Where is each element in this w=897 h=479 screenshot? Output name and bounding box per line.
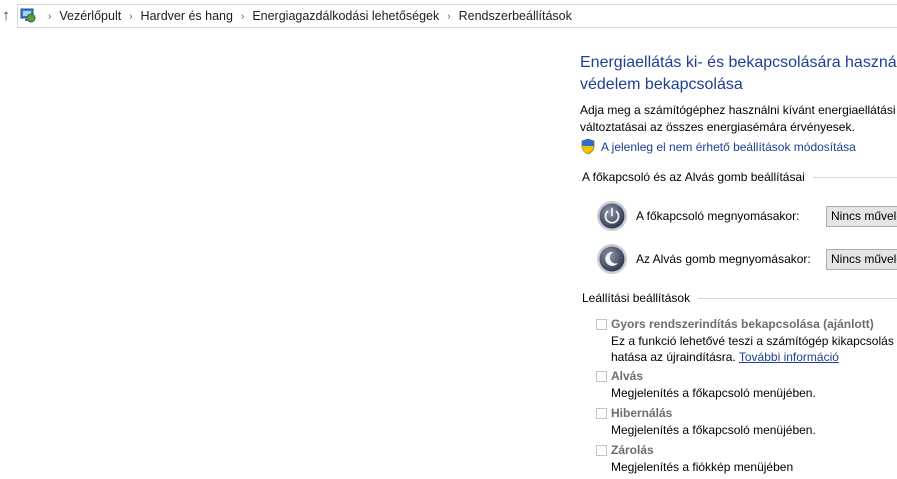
hibernate-title: Hibernálás [611,406,673,420]
sleep-checkbox[interactable] [596,370,607,382]
fast-startup-title: Gyors rendszerindítás bekapcsolása (aján… [611,317,874,331]
change-unavailable-settings-link[interactable]: A jelenleg el nem érhető beállítások mód… [580,138,856,155]
chevron-right-icon[interactable]: › [48,11,51,22]
sleep-button-row: Az Alvás gomb megnyomásakor: Nincs művel… [596,243,897,275]
address-bar: ↑ › Vezérlőpult › Hardver és hang › Ener… [0,0,897,32]
fast-startup-checkbox[interactable] [596,318,607,330]
main-content: Energiaellátás ki- és bekapcsolására has… [580,52,897,474]
control-panel-icon [20,8,36,23]
power-button-label: A főkapcsoló megnyomásakor: [636,209,800,223]
sleep-button-action-select[interactable]: Nincs művele [826,248,897,270]
lock-description: Megjelenítés a fiókkép menüjében [611,460,794,474]
breadcrumb: › Vezérlőpult › Hardver és hang › Energi… [40,5,572,27]
power-buttons-heading: A főkapcsoló és az Alvás gomb beállítása… [582,170,897,184]
power-button-icon [597,201,627,231]
power-button-action-select[interactable]: Nincs művele [826,205,897,227]
sleep-button-icon [597,244,627,274]
breadcrumb-control-panel[interactable]: Vezérlőpult [59,9,121,23]
chevron-right-icon[interactable]: › [447,11,450,22]
system-settings-window: ↑ › Vezérlőpult › Hardver és hang › Ener… [0,0,897,479]
breadcrumb-hardware-sound[interactable]: Hardver és hang [141,9,233,23]
chevron-right-icon[interactable]: › [129,11,132,22]
lock-option: Zárolás Megjelenítés a fiókkép menüjében [596,443,897,475]
page-title: Energiaellátás ki- és bekapcsolására has… [580,54,897,93]
chevron-right-icon[interactable]: › [241,11,244,22]
divider [698,297,897,299]
page-description: Adja meg a számítógéphez használni kíván… [580,103,897,134]
sleep-description: Megjelenítés a főkapcsoló menüjében. [611,386,816,400]
hibernate-description: Megjelenítés a főkapcsoló menüjében. [611,423,816,437]
sleep-option: Alvás Megjelenítés a főkapcsoló menüjébe… [596,369,897,401]
hibernate-option: Hibernálás Megjelenítés a főkapcsoló men… [596,406,897,438]
lock-title: Zárolás [611,443,654,457]
breadcrumb-system-settings[interactable]: Rendszerbeállítások [459,9,572,23]
uac-shield-icon [581,138,595,155]
up-arrow-icon[interactable]: ↑ [0,6,12,26]
lock-checkbox[interactable] [596,444,607,456]
sleep-button-label: Az Alvás gomb megnyomásakor: [636,252,811,266]
power-button-row: A főkapcsoló megnyomásakor: Nincs művele [596,200,897,232]
more-info-link[interactable]: További információ [739,350,839,364]
fast-startup-option: Gyors rendszerindítás bekapcsolása (aján… [596,317,897,365]
shutdown-settings-heading: Leállítási beállítások [582,291,897,305]
hibernate-checkbox[interactable] [596,407,607,419]
fast-startup-description: Ez a funkció lehetővé teszi a számítógép… [611,334,897,364]
sleep-title: Alvás [611,369,644,383]
divider [812,176,897,178]
breadcrumb-power-options[interactable]: Energiagazdálkodási lehetőségek [252,9,439,23]
